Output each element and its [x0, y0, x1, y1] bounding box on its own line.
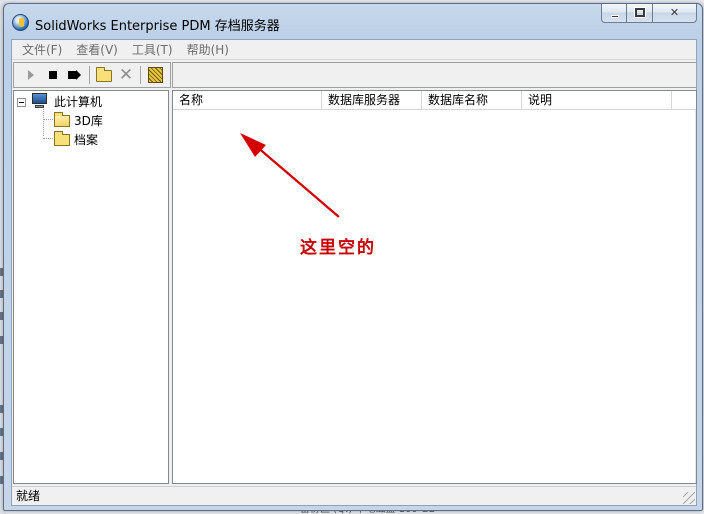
- step-button[interactable]: [64, 64, 86, 86]
- maximize-icon: [634, 7, 646, 18]
- stop-icon: [49, 71, 57, 79]
- list-edge: [695, 110, 696, 483]
- column-db-name[interactable]: 数据库名称: [422, 91, 522, 110]
- close-button[interactable]: ✕: [653, 4, 697, 23]
- title-bar[interactable]: SolidWorks Enterprise PDM 存档服务器 ✕: [4, 4, 702, 36]
- list-header: 名称 数据库服务器 数据库名称 说明: [173, 91, 696, 110]
- column-db-server[interactable]: 数据库服务器: [322, 91, 422, 110]
- menu-tools[interactable]: 工具(T): [125, 40, 180, 60]
- column-name[interactable]: 名称: [173, 91, 322, 110]
- status-bar: 就绪: [12, 486, 696, 505]
- play-icon: [28, 70, 34, 80]
- pdm-archive-icon: [12, 14, 29, 31]
- menu-help[interactable]: 帮助(H): [180, 40, 236, 60]
- tree-item-3d-library[interactable]: 3D库: [14, 111, 164, 129]
- menu-file[interactable]: 文件(F): [15, 40, 69, 60]
- delete-icon: ✕: [118, 65, 134, 85]
- folder-open-icon: [54, 112, 70, 127]
- client-area: 文件(F) 查看(V) 工具(T) 帮助(H) ✕ 此计算机 3D库 档案 名称…: [11, 39, 697, 506]
- tree-item-archive[interactable]: 档案: [14, 130, 164, 148]
- tree-item-label: 3D库: [74, 114, 103, 128]
- window-controls: ✕: [601, 4, 697, 24]
- settings-button[interactable]: [144, 64, 166, 86]
- minimize-button[interactable]: [601, 4, 627, 23]
- computer-icon: [31, 93, 48, 109]
- window-title: SolidWorks Enterprise PDM 存档服务器: [35, 19, 280, 34]
- new-folder-button[interactable]: [93, 64, 115, 86]
- toolbar-separator: [89, 66, 90, 84]
- toolbar-separator: [140, 66, 141, 84]
- maximize-button[interactable]: [627, 4, 653, 23]
- status-text: 就绪: [16, 489, 41, 503]
- server-tree: 此计算机 3D库 档案: [13, 90, 169, 484]
- delete-button[interactable]: ✕: [115, 64, 137, 86]
- start-button[interactable]: [20, 64, 42, 86]
- archive-list: 名称 数据库服务器 数据库名称 说明: [172, 90, 697, 484]
- menu-bar: 文件(F) 查看(V) 工具(T) 帮助(H): [12, 40, 696, 60]
- minimize-icon: [611, 15, 619, 18]
- tree-item-this-computer[interactable]: 此计算机: [14, 92, 164, 110]
- tree-item-label: 档案: [74, 133, 99, 147]
- column-description[interactable]: 说明: [522, 91, 672, 110]
- toolbar: ✕: [13, 62, 171, 88]
- stop-button[interactable]: [42, 64, 64, 86]
- resize-grip-icon[interactable]: [683, 492, 695, 504]
- tree-item-label: 此计算机: [54, 95, 103, 109]
- collapse-icon[interactable]: [17, 98, 26, 107]
- folder-icon: [96, 67, 112, 82]
- folder-icon: [54, 131, 70, 146]
- toolbar-right-area: [172, 62, 697, 88]
- settings-icon: [148, 67, 163, 83]
- menu-view[interactable]: 查看(V): [69, 40, 125, 60]
- close-icon: ✕: [669, 6, 680, 19]
- step-icon: [68, 70, 81, 80]
- annotation-label: 这里空的: [300, 238, 376, 258]
